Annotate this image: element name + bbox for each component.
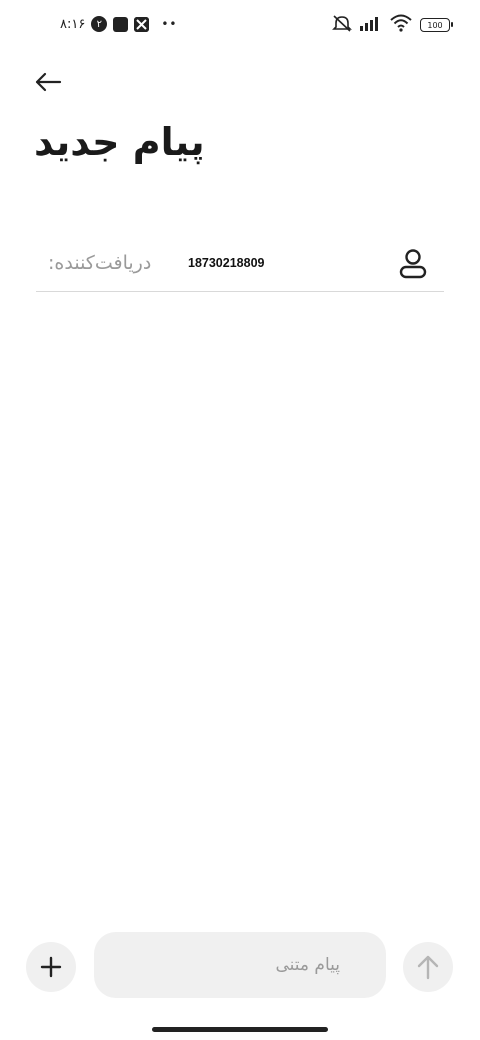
- status-bar-left: ۸:۱۶ ۲ ••: [60, 16, 177, 32]
- plus-icon: [40, 956, 62, 978]
- app-notification-icon-2: [134, 16, 150, 32]
- recipient-number[interactable]: 18730218809: [188, 256, 264, 270]
- mute-icon: [332, 14, 352, 36]
- arrow-up-icon: [417, 955, 439, 980]
- signal-icon: [360, 15, 382, 35]
- status-time: ۸:۱۶: [60, 16, 86, 32]
- arrow-left-icon: [35, 72, 62, 92]
- status-bar: ۸:۱۶ ۲ •• 100: [0, 0, 480, 56]
- recipient-field[interactable]: دریافت‌کننده: 18730218809: [36, 234, 444, 292]
- home-indicator[interactable]: [152, 1027, 328, 1032]
- add-attachment-button[interactable]: [26, 942, 76, 992]
- app-notification-icon: [113, 16, 129, 32]
- back-button[interactable]: [28, 62, 68, 102]
- status-bar-right: 100: [332, 14, 453, 36]
- more-notifications-dots: ••: [161, 17, 178, 31]
- battery-icon: 100: [420, 18, 453, 32]
- page-title: پیام جدید: [34, 120, 205, 164]
- send-button[interactable]: [403, 942, 453, 992]
- person-icon[interactable]: [398, 248, 428, 280]
- notification-badge-icon: ۲: [91, 16, 108, 32]
- recipient-label: دریافت‌کننده:: [48, 252, 152, 274]
- composer-bar: [0, 932, 480, 1002]
- wifi-icon: [390, 14, 412, 36]
- message-input[interactable]: [94, 932, 386, 998]
